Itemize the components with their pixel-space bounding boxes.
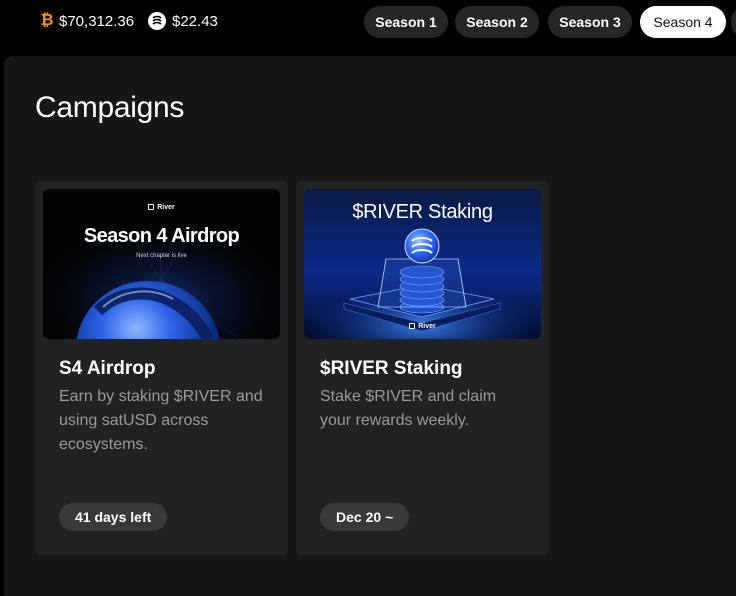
bitcoin-icon: ₿ (40, 12, 54, 29)
river-price: $22.43 (148, 12, 218, 30)
campaign-title: S4 Airdrop (59, 358, 156, 379)
btc-price-value: $70,312.36 (59, 12, 135, 30)
thumb-subline: Next chapter is live (136, 253, 187, 259)
tab-season-3[interactable]: Season 3 (548, 6, 632, 38)
campaign-card-river-staking[interactable]: $RIVER Staking River $RIVER Staking Stak… (296, 181, 549, 555)
campaigns-panel: Campaigns River Season 4 Airdrop Next ch… (4, 56, 736, 596)
campaign-status-badge: 41 days left (59, 503, 168, 531)
btc-price: ₿ $70,312.36 (40, 12, 134, 30)
campaign-date-badge: Dec 20 ~ (320, 503, 410, 531)
campaign-card-s4-airdrop[interactable]: River Season 4 Airdrop Next chapter is l… (35, 181, 288, 555)
tab-season-next[interactable] (731, 6, 736, 38)
river-logo-icon (409, 323, 416, 329)
campaign-description: Earn by staking $RIVER and using satUSD … (59, 388, 263, 453)
thumb-headline: Season 4 Airdrop (83, 225, 240, 247)
tab-season-1[interactable]: Season 1 (364, 6, 448, 38)
campaign-title: $RIVER Staking (320, 358, 463, 379)
airdrop-artwork (43, 189, 280, 339)
thumb-headline: $RIVER Staking (352, 201, 493, 223)
thumb-brand: River (43, 204, 280, 211)
campaign-thumbnail: River Season 4 Airdrop Next chapter is l… (43, 189, 280, 339)
tab-season-4[interactable]: Season 4 (640, 6, 726, 38)
river-logo-icon (148, 12, 166, 30)
campaign-description: Stake $RIVER and claim your rewards week… (320, 388, 497, 429)
thumb-brand: River (304, 323, 541, 330)
campaign-thumbnail: $RIVER Staking River (304, 189, 541, 339)
river-price-value: $22.43 (172, 12, 218, 30)
page-title: Campaigns (35, 91, 185, 124)
tab-season-2[interactable]: Season 2 (455, 6, 539, 38)
river-logo-icon (148, 204, 155, 210)
top-bar: ₿ $70,312.36 $22.43 Season 1 Season 2 Se… (0, 0, 736, 44)
